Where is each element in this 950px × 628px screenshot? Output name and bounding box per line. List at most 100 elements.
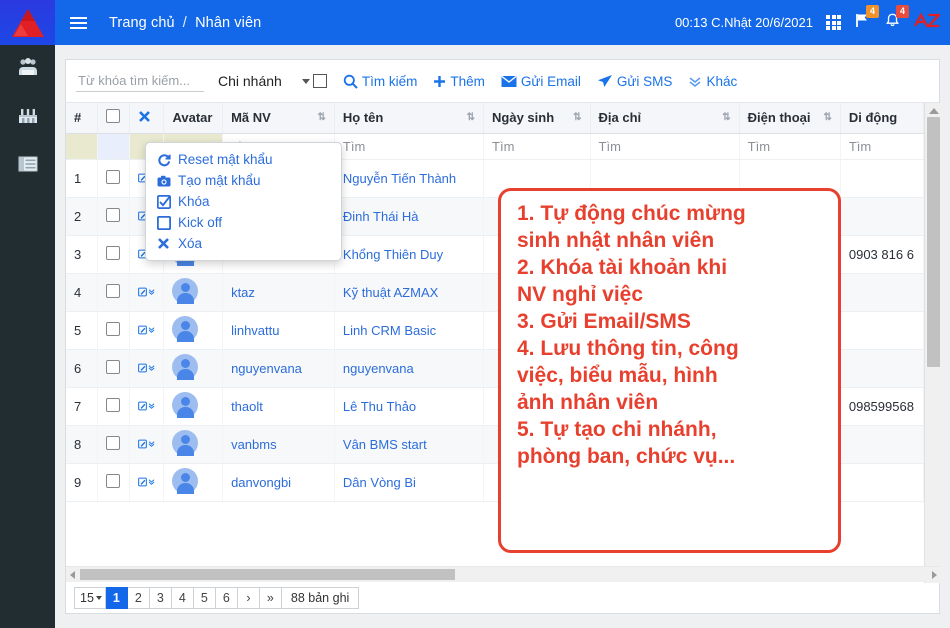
sidebar-item-employees[interactable] [13,57,43,83]
filter-dia-chi-input[interactable]: Tìm [599,139,621,154]
cell-actions[interactable] [129,425,165,464]
checkbox-icon[interactable] [106,109,121,124]
edit-row-icon[interactable] [138,285,155,299]
filter-di-dong-input[interactable]: Tìm [849,139,871,154]
cell-ma-nv-link[interactable]: nguyenvana [231,361,302,376]
filter-ngay-sinh[interactable]: Tìm [483,133,591,160]
page-button-2[interactable]: 2 [127,586,150,609]
cell-select[interactable] [97,349,131,388]
filter-dien-thoai-input[interactable]: Tìm [748,139,770,154]
cell-ho-ten[interactable]: Khổng Thiên Duy [334,235,485,274]
cell-select[interactable] [97,235,131,274]
sidebar-item-branches[interactable] [13,105,43,131]
cell-actions[interactable] [129,387,165,426]
row-checkbox[interactable] [106,321,121,336]
cell-ma-nv-link[interactable]: danvongbi [231,475,291,490]
filter-ho-ten-input[interactable]: Tìm [343,139,365,154]
scroll-right-icon[interactable] [932,571,937,579]
cell-ho-ten[interactable]: nguyenvana [334,349,485,388]
cell-ho-ten-link[interactable]: nguyenvana [343,361,414,376]
row-checkbox[interactable] [106,397,121,412]
row-checkbox[interactable] [106,435,121,450]
cell-ho-ten[interactable]: Vân BMS start [334,425,485,464]
cell-actions[interactable] [129,349,165,388]
breadcrumb-home[interactable]: Trang chủ [109,15,175,31]
edit-row-icon[interactable] [138,475,155,489]
row-checkbox[interactable] [106,473,121,488]
grid-apps-icon[interactable] [826,15,841,30]
cell-ho-ten-link[interactable]: Kỹ thuật AZMAX [343,285,438,300]
filter-ngay-sinh-input[interactable]: Tìm [492,139,514,154]
page-button-5[interactable]: 5 [193,586,216,609]
cell-ho-ten[interactable]: Đinh Thái Hà [334,197,485,236]
row-checkbox[interactable] [106,283,121,298]
last-page-button[interactable]: » [259,586,282,609]
next-page-button[interactable]: › [237,586,260,609]
cell-select[interactable] [97,387,131,426]
branch-select[interactable]: Chi nhánh [218,73,327,89]
cell-ma-nv[interactable]: thaolt [222,387,335,426]
cell-ma-nv[interactable]: linhvattu [222,311,335,350]
cell-ho-ten-link[interactable]: Dân Vòng Bi [343,475,416,490]
flag-notifications[interactable]: 4 [854,4,879,34]
row-checkbox[interactable] [106,207,121,222]
app-logo[interactable] [0,0,55,45]
cell-ma-nv-link[interactable]: vanbms [231,437,277,452]
filter-di-dong[interactable]: Tìm [840,133,925,160]
ctx-lock[interactable]: Khóa [146,191,341,212]
cell-actions[interactable] [129,311,165,350]
edit-row-icon[interactable] [138,437,155,451]
cell-ma-nv[interactable]: nguyenvana [222,349,335,388]
th-dien-thoai[interactable]: Điện thoại ⇅ [739,103,841,134]
sort-icon[interactable]: ⇅ [722,112,730,124]
bell-notifications[interactable]: 4 [884,4,909,34]
cell-ho-ten[interactable]: Nguyễn Tiến Thành [334,159,485,198]
th-clear[interactable] [129,103,165,134]
th-ngay-sinh[interactable]: Ngày sinh ⇅ [483,103,591,134]
cell-select[interactable] [97,463,131,502]
page-button-6[interactable]: 6 [215,586,238,609]
cell-ma-nv[interactable]: vanbms [222,425,335,464]
page-button-1[interactable]: 1 [105,586,128,609]
row-checkbox[interactable] [106,245,121,260]
row-context-menu[interactable]: Reset mật khẩu Tạo mật khẩu Khóa Kick of… [145,142,342,261]
edit-row-icon[interactable] [138,399,155,413]
send-sms-button[interactable]: Gửi SMS [597,74,672,89]
scroll-left-icon[interactable] [70,571,75,579]
sort-icon[interactable]: ⇅ [318,112,326,124]
search-input[interactable] [76,70,204,92]
cell-ho-ten[interactable]: Dân Vòng Bi [334,463,485,502]
cell-ho-ten[interactable]: Kỹ thuật AZMAX [334,273,485,312]
more-button[interactable]: Khác [688,74,737,89]
cell-ho-ten-link[interactable]: Đinh Thái Hà [343,209,419,224]
cell-select[interactable] [97,197,131,236]
brand-mark-icon[interactable] [913,11,942,34]
cell-ho-ten[interactable]: Lê Thu Thảo [334,387,485,426]
cell-ma-nv-link[interactable]: ktaz [231,285,255,300]
cell-ho-ten-link[interactable]: Nguyễn Tiến Thành [343,171,456,186]
horizontal-scroll-thumb[interactable] [80,569,455,580]
cell-actions[interactable] [129,463,165,502]
cell-select[interactable] [97,273,131,312]
hamburger-icon[interactable] [61,16,95,29]
cell-select[interactable] [97,311,131,350]
row-checkbox[interactable] [106,169,121,184]
th-select-all[interactable] [97,103,131,134]
sort-icon[interactable]: ⇅ [823,112,831,124]
cell-actions[interactable] [129,273,165,312]
edit-row-icon[interactable] [138,323,155,337]
sort-icon[interactable]: ⇅ [467,112,475,124]
cell-ma-nv[interactable]: danvongbi [222,463,335,502]
cell-ho-ten[interactable]: Linh CRM Basic [334,311,485,350]
cell-select[interactable] [97,425,131,464]
row-checkbox[interactable] [106,359,121,374]
cell-ma-nv-link[interactable]: linhvattu [231,323,279,338]
cell-select[interactable] [97,159,131,198]
th-ho-ten[interactable]: Họ tên ⇅ [334,103,485,134]
ctx-create-password[interactable]: Tạo mật khẩu [146,170,341,191]
filter-ho-ten[interactable]: Tìm [334,133,485,160]
vertical-scroll-thumb[interactable] [927,117,940,367]
filter-dien-thoai[interactable]: Tìm [739,133,841,160]
cell-ho-ten-link[interactable]: Vân BMS start [343,437,427,452]
edit-row-icon[interactable] [138,361,155,375]
